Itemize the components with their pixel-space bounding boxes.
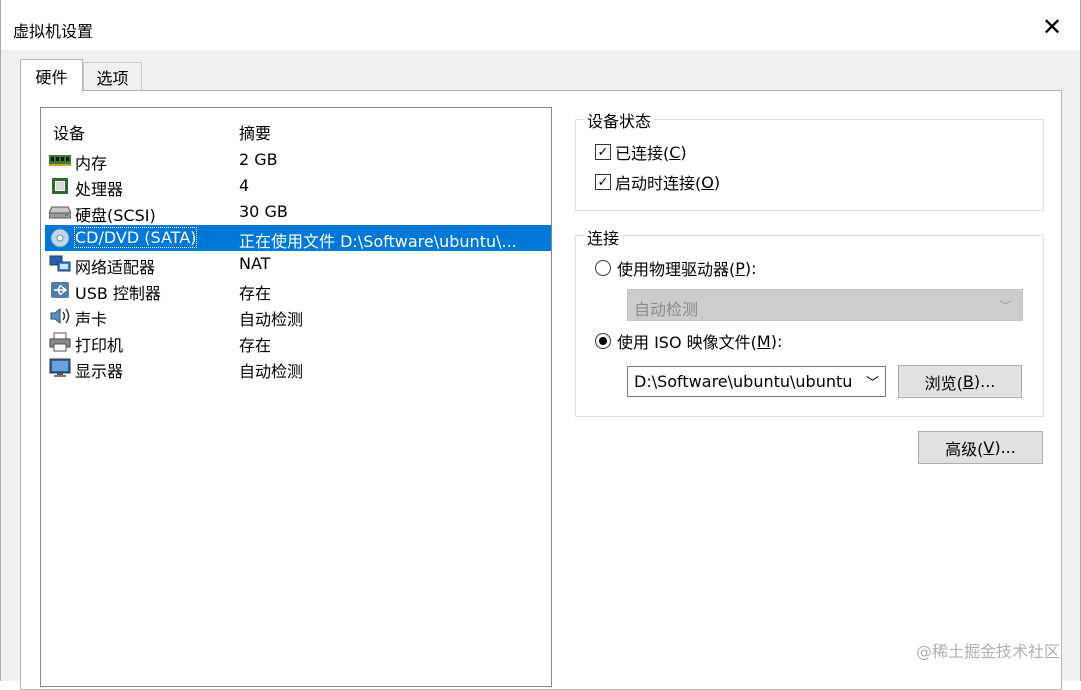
device-summary: 存在: [239, 284, 272, 303]
close-icon[interactable]: ✕: [1034, 12, 1070, 42]
device-row-network-adapter[interactable]: 网络适配器 NAT: [45, 251, 551, 277]
check-icon: ✓: [595, 174, 611, 190]
device-name: CD/DVD (SATA): [73, 227, 198, 248]
iso-path-value: D:\Software\ubuntu\ubuntu: [634, 372, 853, 391]
cd-dvd-icon: [48, 228, 72, 248]
physical-drive-select: 自动检测 ﹀: [627, 289, 1023, 321]
device-name: 网络适配器: [75, 258, 156, 277]
device-name: 打印机: [75, 336, 124, 355]
device-row-harddisk[interactable]: 硬盘(SCSI) 30 GB: [45, 199, 551, 225]
column-header-summary[interactable]: 摘要: [239, 120, 271, 144]
device-summary: 存在: [239, 336, 272, 355]
connect-at-power-on-checkbox[interactable]: ✓ 启动时连接(O): [595, 170, 720, 194]
device-list-header: 设备 摘要: [41, 108, 551, 148]
device-row-printer[interactable]: 打印机 存在: [45, 329, 551, 355]
title-bar: 虚拟机设置 ✕: [1, 0, 1080, 50]
physical-drive-select-value: 自动检测: [634, 300, 699, 319]
device-summary: 30 GB: [239, 202, 288, 221]
radio-unselected-icon: [595, 260, 611, 276]
tab-hardware[interactable]: 硬件: [20, 59, 83, 92]
vm-settings-dialog: 虚拟机设置 ✕ 硬件 选项 设备 摘要 内存 2 GB 处理器 4 硬盘(SCS…: [0, 0, 1081, 690]
chevron-down-icon[interactable]: ﹀: [866, 372, 879, 391]
device-name: 内存: [75, 154, 108, 173]
connection-title: 连接: [585, 225, 622, 249]
device-status-title: 设备状态: [585, 108, 654, 132]
device-summary: NAT: [239, 254, 271, 273]
radio-selected-icon: [595, 333, 611, 349]
device-name: USB 控制器: [75, 284, 161, 303]
device-name: 声卡: [75, 310, 108, 329]
device-name: 处理器: [75, 180, 124, 199]
display-icon: [48, 358, 72, 378]
iso-image-radio[interactable]: 使用 ISO 映像文件(M):: [595, 329, 782, 353]
device-summary: 自动检测: [239, 362, 304, 381]
device-name: 显示器: [75, 362, 124, 381]
device-summary: 正在使用文件 D:\Software\ubuntu\...: [239, 232, 517, 251]
device-row-processor[interactable]: 处理器 4: [45, 173, 551, 199]
device-row-usb[interactable]: USB 控制器 存在: [45, 277, 551, 303]
device-row-display[interactable]: 显示器 自动检测: [45, 355, 551, 381]
column-header-device[interactable]: 设备: [53, 120, 85, 144]
iso-path-combobox[interactable]: D:\Software\ubuntu\ubuntu ﹀: [627, 366, 886, 397]
device-summary: 4: [239, 176, 250, 195]
device-row-sound-card[interactable]: 声卡 自动检测: [45, 303, 551, 329]
device-summary: 2 GB: [239, 150, 278, 169]
sound-icon: [48, 306, 72, 326]
connected-checkbox[interactable]: ✓ 已连接(C): [595, 140, 687, 164]
physical-drive-radio[interactable]: 使用物理驱动器(P):: [595, 256, 757, 280]
chevron-down-icon: ﹀: [998, 300, 1012, 315]
advanced-button[interactable]: 高级(V)...: [918, 431, 1043, 464]
memory-icon: [48, 150, 72, 170]
check-icon: ✓: [595, 144, 611, 160]
device-list[interactable]: 设备 摘要 内存 2 GB 处理器 4 硬盘(SCSI) 30 GB CD/DV…: [40, 107, 552, 687]
network-adapter-icon: [48, 254, 72, 274]
device-row-memory[interactable]: 内存 2 GB: [45, 147, 551, 173]
device-summary: 自动检测: [239, 310, 304, 329]
tab-options[interactable]: 选项: [83, 62, 142, 91]
processor-icon: [48, 176, 72, 196]
window-title: 虚拟机设置: [13, 22, 94, 41]
device-name: 硬盘(SCSI): [75, 206, 156, 225]
device-row-cd-dvd[interactable]: CD/DVD (SATA) 正在使用文件 D:\Software\ubuntu\…: [45, 225, 551, 251]
browse-button[interactable]: 浏览(B)...: [898, 365, 1022, 398]
device-status-group: [575, 119, 1044, 211]
watermark: @稀土掘金技术社区: [915, 642, 1060, 661]
harddisk-icon: [48, 202, 72, 222]
usb-icon: [48, 280, 72, 300]
printer-icon: [48, 332, 72, 352]
